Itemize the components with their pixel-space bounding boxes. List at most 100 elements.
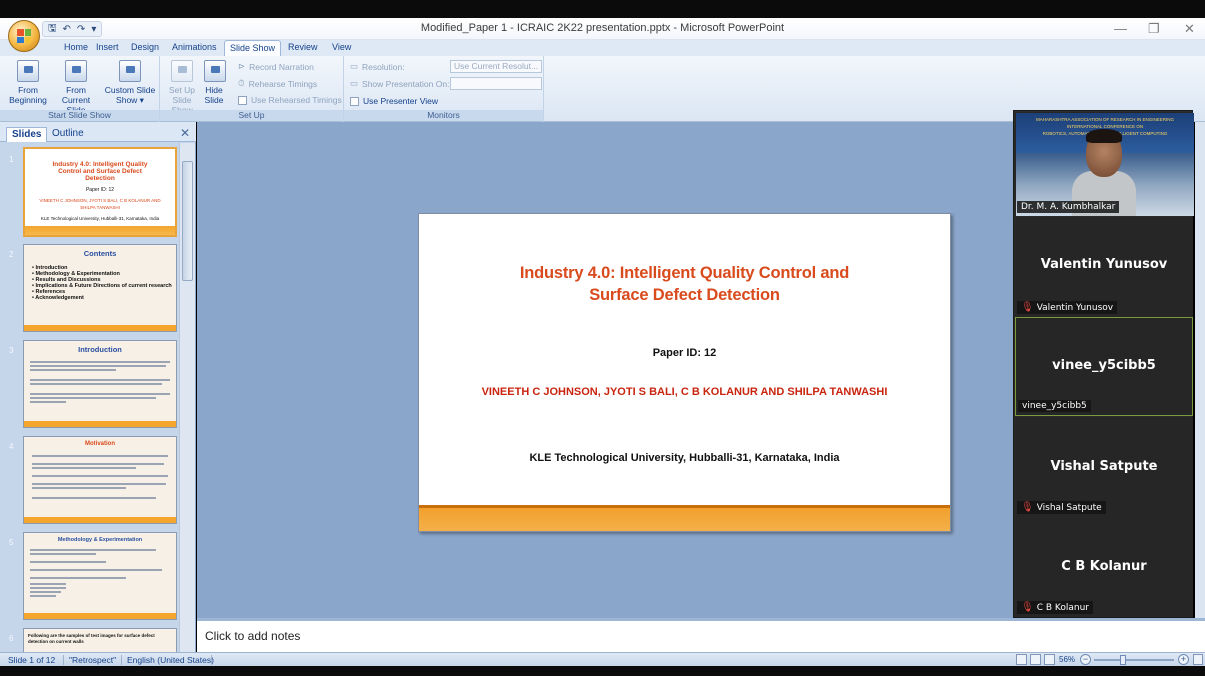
from-beginning-button[interactable]: From Beginning	[6, 60, 50, 105]
from-current-slide-button[interactable]: From Current Slide	[52, 60, 100, 115]
close-pane-icon[interactable]: ✕	[180, 126, 190, 140]
banner-text: MAHARASHTRA ASSOCIATION OF RESEARCH IN E…	[1036, 117, 1174, 122]
thumb-text-line	[30, 383, 162, 385]
tab-animations[interactable]: Animations	[172, 42, 217, 52]
thumb-title: Industry 4.0: Intelligent Quality Contro…	[52, 161, 148, 182]
slide-number: 2	[9, 250, 14, 259]
thumb-text-line	[32, 455, 168, 457]
slide-number: 6	[9, 634, 14, 643]
rehearse-timings-button[interactable]: ⏱ Rehearse Timings	[238, 78, 317, 89]
status-separator	[121, 655, 122, 665]
thumb-authors: VINEETH C JOHNSON, JYOTI S BALI, C B KOL…	[39, 198, 161, 210]
thumb-text-line	[30, 365, 166, 367]
hide-slide-icon	[204, 60, 226, 82]
slide-number: 4	[9, 442, 14, 451]
monitor-icon: ▭	[350, 61, 359, 71]
zoom-out-button[interactable]: −	[1080, 654, 1091, 665]
status-separator	[211, 655, 212, 665]
tab-insert[interactable]: Insert	[96, 42, 119, 52]
participant-name: Vishal Satpute	[1050, 459, 1158, 474]
theme-name[interactable]: "Retrospect"	[69, 655, 116, 665]
slide-number: 3	[9, 346, 14, 355]
tab-view[interactable]: View	[332, 42, 351, 52]
set-up-slide-show-button[interactable]: Set Up Slide Show	[162, 60, 202, 115]
tab-review[interactable]: Review	[288, 42, 318, 52]
slide-thumbnail-1[interactable]: Industry 4.0: Intelligent Quality Contro…	[23, 147, 177, 237]
mic-muted-icon: 🎙	[1021, 302, 1034, 313]
slide-sorter-view-icon[interactable]	[1030, 654, 1041, 665]
group-label-start: Start Slide Show	[0, 110, 159, 121]
hide-slide-button[interactable]: Hide Slide	[204, 60, 226, 105]
thumb-text-line	[32, 487, 126, 489]
record-narration-button[interactable]: ⊳ Record Narration	[238, 61, 314, 72]
participant-tile[interactable]: C B Kolanur 🎙 C B Kolanur	[1015, 517, 1193, 617]
participant-name-label: Dr. M. A. Kumbhalkar	[1017, 201, 1120, 213]
language[interactable]: English (United States)	[127, 655, 214, 665]
use-presenter-view-checkbox[interactable]: Use Presenter View	[350, 96, 438, 106]
normal-view-icon[interactable]	[1016, 654, 1027, 665]
slide-paper-id[interactable]: Paper ID: 12	[419, 347, 950, 359]
participant-tile[interactable]: Vishal Satpute 🎙 Vishal Satpute	[1015, 417, 1193, 517]
tab-design[interactable]: Design	[131, 42, 159, 52]
resolution-label: ▭ Resolution:	[350, 61, 405, 72]
show-presentation-on-dropdown[interactable]	[450, 77, 542, 90]
tab-slide-show[interactable]: Slide Show	[224, 40, 282, 56]
thumb-text-line	[32, 475, 168, 477]
thumbnails-scrollbar[interactable]	[179, 143, 195, 652]
participant-tile-video[interactable]: MAHARASHTRA ASSOCIATION OF RESEARCH IN E…	[1015, 112, 1194, 216]
zoom-slider-knob[interactable]	[1120, 655, 1126, 665]
tab-home[interactable]: Home	[64, 42, 88, 52]
participant-name-label: 🎙 Valentin Yunusov	[1017, 301, 1118, 314]
status-bar: Slide 1 of 12 "Retrospect" English (Unit…	[0, 652, 1205, 666]
use-rehearsed-timings-checkbox[interactable]: Use Rehearsed Timings	[238, 95, 342, 105]
minimize-button[interactable]: —	[1114, 21, 1127, 36]
slide-thumbnail-3[interactable]: Introduction	[23, 340, 177, 428]
zoom-in-button[interactable]: +	[1178, 654, 1189, 665]
slide-thumbnail-6[interactable]: Following are the samples of test images…	[23, 628, 177, 652]
slide-show-view-icon[interactable]	[1044, 654, 1055, 665]
thumb-text-line	[32, 467, 136, 469]
participant-tile-speaking[interactable]: vinee_y5cibb5 vinee_y5cibb5	[1015, 317, 1193, 416]
notes-pane[interactable]: Click to add notes	[197, 618, 1205, 652]
thumb-text-line	[30, 561, 106, 563]
participant-tile[interactable]: Valentin Yunusov 🎙 Valentin Yunusov	[1015, 217, 1193, 317]
scrollbar-thumb[interactable]	[182, 161, 193, 281]
zoom-level[interactable]: 56%	[1059, 655, 1075, 664]
group-set-up: Set Up Slide Show Hide Slide ⊳Record Nar…	[160, 56, 344, 122]
close-button[interactable]: ✕	[1184, 21, 1195, 37]
thumb-title: Methodology & Experimentation	[57, 537, 143, 543]
custom-slide-show-button[interactable]: Custom Slide Show ▾	[104, 60, 156, 105]
slide-authors[interactable]: VINEETH C JOHNSON, JYOTI S BALI, C B KOL…	[419, 386, 950, 398]
video-call-participants: MAHARASHTRA ASSOCIATION OF RESEARCH IN E…	[1013, 110, 1194, 618]
group-label-setup: Set Up	[160, 110, 343, 121]
slide-title[interactable]: Industry 4.0: Intelligent Quality Contro…	[419, 262, 950, 306]
current-slide[interactable]: Industry 4.0: Intelligent Quality Contro…	[418, 213, 951, 532]
thumb-footer-bar	[24, 421, 176, 427]
microphone-icon: ⊳	[238, 61, 246, 71]
tab-outline[interactable]: Outline	[52, 128, 84, 139]
thumb-text-line	[30, 393, 170, 395]
slide-thumbnails: 1 Industry 4.0: Intelligent Quality Cont…	[0, 143, 180, 652]
slide-thumbnail-2[interactable]: Contents • Introduction • Methodology & …	[23, 244, 177, 332]
status-separator	[63, 655, 64, 665]
editor-right-edge	[1195, 122, 1205, 618]
tab-slides[interactable]: Slides	[6, 127, 48, 142]
maximize-button[interactable]: ❐	[1148, 21, 1160, 37]
group-start-slide-show: From Beginning From Current Slide Custom…	[0, 56, 160, 122]
thumb-text-line	[30, 583, 66, 585]
resolution-dropdown[interactable]: Use Current Resolut...	[450, 60, 542, 73]
slide-thumbnail-4[interactable]: Motivation	[23, 436, 177, 524]
thumb-text-line	[32, 463, 164, 465]
participant-name: vinee_y5cibb5	[1052, 358, 1156, 373]
office-button[interactable]	[8, 20, 40, 52]
timer-icon: ⏱	[238, 78, 245, 88]
window-title: Modified_Paper 1 - ICRAIC 2K22 presentat…	[420, 22, 785, 34]
checkbox-icon	[238, 95, 247, 105]
slide-thumbnail-5[interactable]: Methodology & Experimentation	[23, 532, 177, 620]
slide-university[interactable]: KLE Technological University, Hubballi-3…	[419, 452, 950, 464]
thumb-footer-bar	[25, 226, 175, 235]
thumb-text-line	[30, 591, 61, 593]
fit-slide-icon[interactable]	[1193, 654, 1203, 665]
slide-number: 1	[9, 155, 14, 164]
zoom-slider[interactable]	[1094, 659, 1174, 661]
